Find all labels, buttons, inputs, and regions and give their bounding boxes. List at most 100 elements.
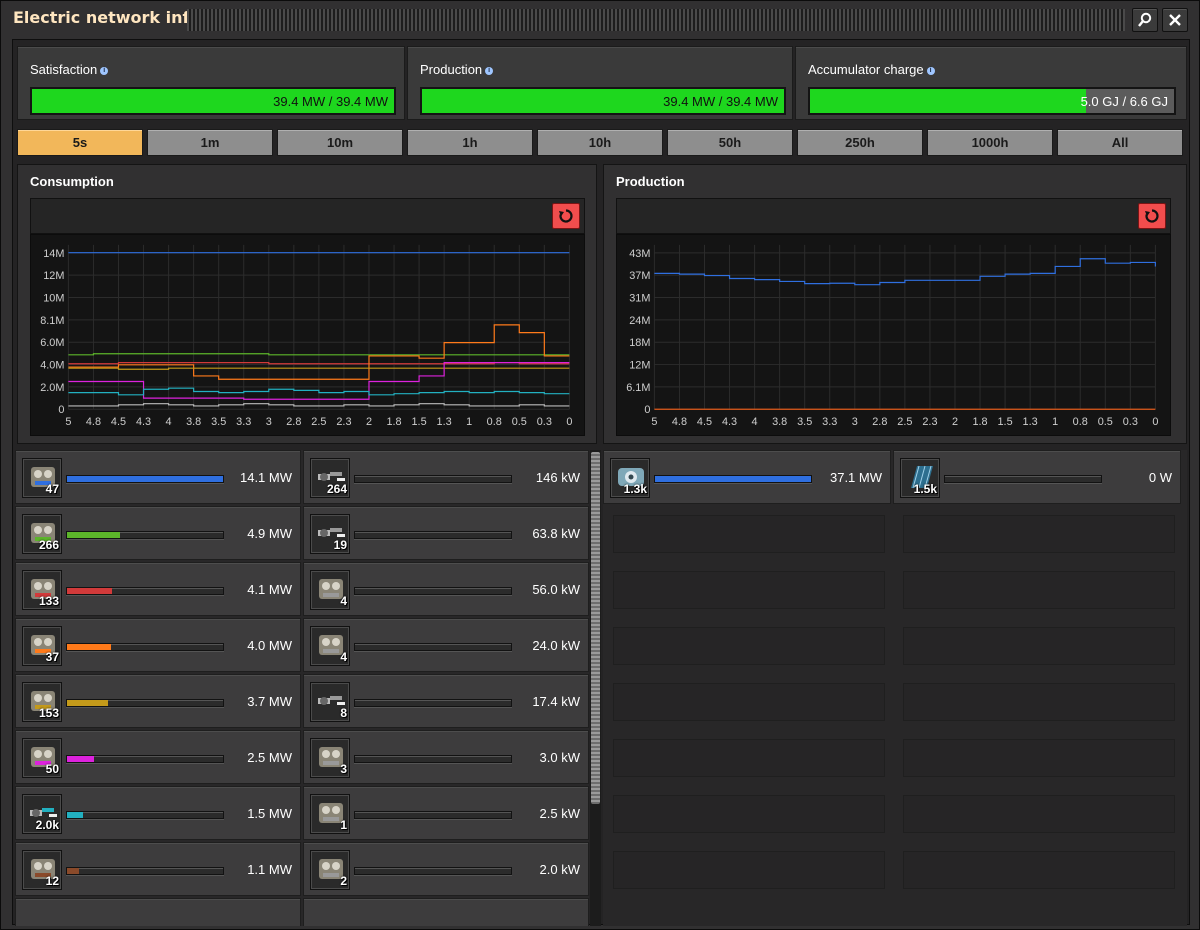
entity-row[interactable] (15, 898, 301, 926)
power-bar (354, 811, 512, 819)
info-icon[interactable]: i (485, 67, 494, 75)
drag-handle[interactable] (187, 9, 1125, 31)
tab-1m[interactable]: 1m (147, 129, 273, 156)
entity-icon-slot[interactable]: 2.0k (22, 794, 62, 834)
close-icon (1169, 14, 1181, 26)
entity-icon-slot[interactable]: 37 (22, 626, 62, 666)
entity-row[interactable]: 8 17.4 kW (303, 674, 589, 728)
production-value: 39.4 MW / 39.4 MW (663, 94, 778, 109)
tab-10h[interactable]: 10h (537, 129, 663, 156)
entity-count: 4 (340, 594, 347, 608)
entity-row[interactable]: 50 2.5 MW (15, 730, 301, 784)
reset-consumption-button[interactable] (552, 203, 580, 229)
info-icon[interactable]: i (100, 67, 109, 75)
entity-icon-slot[interactable]: 133 (22, 570, 62, 610)
power-value: 37.1 MW (829, 470, 882, 485)
production-graph-panel: Production 5 4.8 4.5 4.3 4 3.8 3.5 3.3 3 2.8 2.5 2.… (603, 164, 1187, 444)
entity-row[interactable]: 266 4.9 MW (15, 506, 301, 560)
power-bar (66, 811, 224, 819)
entity-icon-slot[interactable]: 19 (310, 514, 350, 554)
consumers-list[interactable]: 47 14.1 MW 266 4.9 MW 133 4.1 MW 37 4.0 MW 153 3.… (15, 450, 589, 926)
x-tick-label: 4 (166, 416, 172, 428)
entity-count: 266 (38, 538, 59, 552)
tab-1000h[interactable]: 1000h (927, 129, 1053, 156)
consumption-graph[interactable]: 5 4.8 4.5 4.3 4 3.8 3.5 3.3 3 2.8 2.5 2.3 2 1.8 1.5 1.3… (30, 234, 585, 436)
entity-row[interactable]: 1 2.5 kW (303, 786, 589, 840)
power-bar-fill (67, 700, 108, 706)
tab-10m[interactable]: 10m (277, 129, 403, 156)
entity-icon-slot[interactable]: 3 (310, 738, 350, 778)
entity-icon-slot[interactable]: 4 (310, 626, 350, 666)
power-bar-fill (67, 476, 223, 482)
x-tick-label: 0 (1152, 416, 1158, 428)
empty-slot (613, 515, 885, 553)
entity-row[interactable]: 4 56.0 kW (303, 562, 589, 616)
entity-icon-slot[interactable]: 153 (22, 682, 62, 722)
x-tick-label: 0.5 (512, 416, 527, 428)
entity-count: 264 (326, 482, 347, 496)
entity-row[interactable]: 133 4.1 MW (15, 562, 301, 616)
x-tick-label: 1.3 (437, 416, 452, 428)
entity-row[interactable]: 1.5k 0 W (893, 450, 1181, 504)
x-tick-label: 4.3 (722, 416, 737, 428)
power-value: 2.5 kW (539, 806, 580, 821)
entity-row[interactable]: 2.0k 1.5 MW (15, 786, 301, 840)
entity-icon-slot[interactable]: 2 (310, 850, 350, 890)
consumers-scrollbar[interactable] (590, 450, 601, 926)
entity-icon-slot[interactable]: 50 (22, 738, 62, 778)
satisfaction-bar: 39.4 MW / 39.4 MW (30, 87, 396, 115)
entity-row[interactable]: 4 24.0 kW (303, 618, 589, 672)
entity-row[interactable]: 264 146 kW (303, 450, 589, 504)
close-button[interactable] (1162, 8, 1188, 32)
production-panel: Production i 39.4 MW / 39.4 MW (407, 46, 793, 120)
reset-production-button[interactable] (1138, 203, 1166, 229)
entity-row[interactable]: 153 3.7 MW (15, 674, 301, 728)
entity-count: 12 (45, 874, 59, 888)
tab-50h[interactable]: 50h (667, 129, 793, 156)
search-button[interactable] (1132, 8, 1158, 32)
x-tick-label: 0 (566, 416, 572, 428)
x-tick-label: 0.8 (1073, 416, 1088, 428)
power-value: 2.0 kW (539, 862, 580, 877)
production-graph[interactable]: 5 4.8 4.5 4.3 4 3.8 3.5 3.3 3 2.8 2.5 2.3 2 1.8 1.5 1.3… (616, 234, 1171, 436)
power-bar-fill (655, 476, 811, 482)
producers-list[interactable]: 1.3k 37.1 MW 1.5k 0 W (603, 450, 1187, 926)
entity-row[interactable]: 2 2.0 kW (303, 842, 589, 896)
entity-row[interactable]: 1.3k 37.1 MW (603, 450, 891, 504)
entity-row[interactable]: 3 3.0 kW (303, 730, 589, 784)
entity-icon-slot[interactable]: 1.3k (610, 458, 650, 498)
x-tick-label: 2.5 (311, 416, 326, 428)
entity-icon-slot[interactable]: 1 (310, 794, 350, 834)
info-icon[interactable]: i (926, 67, 935, 75)
entity-row[interactable]: 12 1.1 MW (15, 842, 301, 896)
y-tick-label: 43M (629, 248, 650, 260)
entity-icon-slot[interactable]: 264 (310, 458, 350, 498)
power-bar (66, 755, 224, 763)
power-value: 56.0 kW (532, 582, 580, 597)
entity-icon-slot[interactable]: 12 (22, 850, 62, 890)
entity-icon-slot[interactable]: 8 (310, 682, 350, 722)
empty-slot (613, 683, 885, 721)
accumulator-bar-fill (810, 89, 1086, 113)
search-icon (1138, 12, 1152, 27)
entity-row[interactable] (303, 898, 589, 926)
tab-250h[interactable]: 250h (797, 129, 923, 156)
entity-icon-slot[interactable]: 266 (22, 514, 62, 554)
consumption-graph-title: Consumption (30, 174, 114, 189)
tab-5s[interactable]: 5s (17, 129, 143, 156)
entity-row[interactable]: 37 4.0 MW (15, 618, 301, 672)
entity-count: 4 (340, 650, 347, 664)
entity-icon-slot[interactable]: 1.5k (900, 458, 940, 498)
power-value: 3.7 MW (247, 694, 292, 709)
entity-row[interactable]: 19 63.8 kW (303, 506, 589, 560)
power-value: 0 W (1148, 470, 1172, 485)
entity-icon-slot[interactable]: 4 (310, 570, 350, 610)
tab-all[interactable]: All (1057, 129, 1183, 156)
entity-icon-slot[interactable]: 47 (22, 458, 62, 498)
tab-1h[interactable]: 1h (407, 129, 533, 156)
y-tick-label: 31M (629, 292, 650, 304)
scrollbar-thumb[interactable] (591, 452, 600, 804)
entity-row[interactable]: 47 14.1 MW (15, 450, 301, 504)
title-bar[interactable]: Electric network info (1, 1, 1199, 39)
x-tick-label: 1.3 (1023, 416, 1038, 428)
